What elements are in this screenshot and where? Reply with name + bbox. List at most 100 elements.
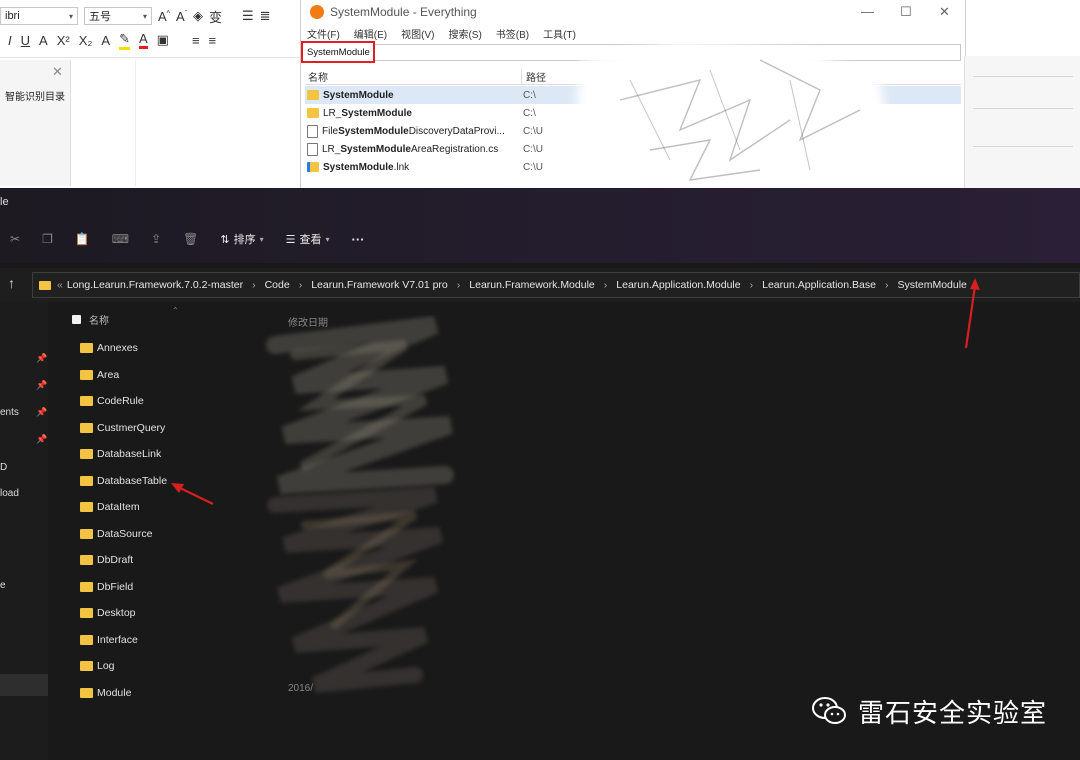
list-item[interactable]: CustmerQuery [80, 415, 167, 442]
shortcut-icon [307, 162, 319, 172]
select-all-checkbox[interactable] [72, 314, 81, 324]
menu-edit[interactable]: 编辑(E) [354, 26, 387, 41]
highlight-icon[interactable]: ✎ [119, 31, 130, 50]
nav-item[interactable]: load [0, 488, 19, 499]
word-toolbar: ibri ▾ 五号 ▾ A^ Aˇ ◈ 变 ☰ ≣ I U A X² X₂ A ✎ … [0, 0, 302, 186]
clear-format-icon[interactable]: ◈ [193, 8, 203, 24]
align-left-icon[interactable]: ≡ [192, 33, 200, 48]
align-center-icon[interactable]: ≡ [209, 33, 217, 48]
underline-icon[interactable]: U [21, 33, 30, 48]
close-icon[interactable]: ✕ [52, 64, 63, 80]
menu-file[interactable]: 文件(F) [307, 26, 340, 41]
folder-icon [80, 396, 93, 407]
view-label: 查看 [299, 234, 322, 246]
list-item[interactable]: Annexes [80, 335, 167, 362]
minimize-icon[interactable]: — [861, 4, 874, 19]
breadcrumb-item[interactable]: Learun.Framework.Module [469, 279, 594, 291]
folder-name: DbDraft [97, 554, 134, 567]
nav-item[interactable]: e [0, 580, 6, 591]
folder-icon [80, 608, 93, 619]
superscript-icon[interactable]: X² [57, 33, 70, 48]
folder-list: Annexes Area CodeRule CustmerQuery Datab… [80, 335, 167, 706]
copy-icon[interactable]: ❐ [42, 232, 53, 246]
view-button[interactable]: ☰ 查看 ▾ [286, 231, 330, 247]
shrink-font-icon[interactable]: Aˇ [176, 9, 187, 24]
list-item[interactable]: CodeRule [80, 388, 167, 415]
strikethrough-icon[interactable]: A [39, 33, 48, 48]
list-item[interactable]: DatabaseTable [80, 468, 167, 495]
grow-font-icon[interactable]: A^ [158, 9, 170, 24]
everything-logo-icon [310, 5, 324, 19]
delete-icon[interactable]: 🗑 [183, 232, 198, 246]
share-icon[interactable]: ⇪ [151, 232, 161, 246]
subscript-icon[interactable]: X₂ [79, 33, 93, 48]
pin-icon[interactable]: 📌 [36, 380, 47, 391]
search-highlight-box[interactable]: SystemModule [301, 41, 375, 63]
list-item[interactable]: DbDraft [80, 547, 167, 574]
address-bar[interactable]: « Long.Learun.Framework.7.0.2-master › Co… [32, 272, 1080, 298]
file-explorer: le ✂ ❐ 📋 ⌨ ⇪ 🗑 ⇅ 排序 ▾ ☰ 查看 ▾ ··· ↑ « Long.Le… [0, 188, 1080, 760]
address-overflow[interactable]: « [57, 279, 63, 291]
ribbon-divider [0, 57, 300, 58]
text-effect-icon[interactable]: A [101, 33, 110, 48]
folder-icon [80, 581, 93, 592]
list-item[interactable]: Desktop [80, 600, 167, 627]
background-window-edge [964, 56, 1080, 188]
pin-icon[interactable]: 📌 [36, 434, 47, 445]
list-item[interactable]: DataItem [80, 494, 167, 521]
breadcrumb-item[interactable]: Learun.Framework V7.01 pro [311, 279, 448, 291]
list-item[interactable]: DbField [80, 574, 167, 601]
up-arrow-icon[interactable]: ↑ [8, 275, 15, 291]
explorer-toolbar: ✂ ❐ 📋 ⌨ ⇪ 🗑 ⇅ 排序 ▾ ☰ 查看 ▾ ··· [10, 228, 365, 250]
cut-icon[interactable]: ✂ [10, 232, 20, 246]
folder-icon [39, 280, 51, 290]
column-name[interactable]: 名称 [308, 69, 328, 84]
list-item[interactable]: DatabaseLink [80, 441, 167, 468]
rename-icon[interactable]: ⌨ [112, 232, 129, 246]
chevron-down-icon: ▾ [142, 11, 147, 21]
list-item[interactable]: Module [80, 680, 167, 707]
result-name: SystemModule [323, 89, 394, 101]
breadcrumb-item[interactable]: Long.Learun.Framework.7.0.2-master [67, 279, 243, 291]
italic-icon[interactable]: I [8, 33, 12, 48]
result-name: LR_SystemModuleAreaRegistration.cs [322, 143, 499, 155]
result-path: C:\ [523, 107, 536, 119]
nav-item[interactable]: ents [0, 407, 19, 418]
nav-item[interactable]: D [0, 462, 7, 473]
phonetic-icon[interactable]: 变 [209, 7, 222, 26]
chevron-right-icon: › [252, 279, 256, 291]
annotation-arrow-icon [964, 278, 980, 349]
list-item[interactable]: Interface [80, 627, 167, 654]
nav-pane-item[interactable]: 智能识别目录 [5, 88, 65, 103]
breadcrumb-item[interactable]: Learun.Application.Base [762, 279, 876, 291]
pin-icon[interactable]: 📌 [36, 353, 47, 364]
list-item[interactable]: DataSource [80, 521, 167, 548]
menu-bookmarks[interactable]: 书签(B) [496, 26, 529, 41]
breadcrumb-item[interactable]: Code [265, 279, 290, 291]
pin-icon[interactable]: 📌 [36, 407, 47, 418]
chevron-up-icon: ⌃ [172, 306, 179, 315]
window-title: SystemModule - Everything [330, 5, 477, 19]
sort-label: 排序 [233, 234, 256, 246]
column-path[interactable]: 路径 [521, 69, 546, 84]
column-name[interactable]: 名称 [89, 312, 109, 327]
list-item[interactable]: Area [80, 362, 167, 389]
folder-icon [80, 449, 93, 460]
font-name-combo[interactable]: ibri ▾ [0, 7, 78, 25]
sort-button[interactable]: ⇅ 排序 ▾ [220, 231, 263, 247]
numbered-list-icon[interactable]: ≣ [260, 8, 271, 24]
list-item[interactable]: Log [80, 653, 167, 680]
font-color-icon[interactable]: A [138, 31, 148, 49]
font-name-value: ibri [5, 10, 20, 22]
bullet-list-icon[interactable]: ☰ [242, 8, 254, 24]
paste-icon[interactable]: 📋 [75, 232, 90, 246]
more-button[interactable]: ··· [352, 232, 365, 247]
font-size-combo[interactable]: 五号 ▾ [84, 7, 152, 25]
breadcrumb-item[interactable]: Learun.Application.Module [616, 279, 740, 291]
nav-item-selected[interactable] [0, 674, 48, 696]
maximize-icon[interactable]: ☐ [900, 4, 912, 20]
char-border-icon[interactable]: ▣ [157, 32, 169, 48]
menu-view[interactable]: 视图(V) [401, 26, 434, 41]
close-icon[interactable]: ✕ [939, 4, 950, 20]
menu-search[interactable]: 搜索(S) [448, 26, 481, 41]
